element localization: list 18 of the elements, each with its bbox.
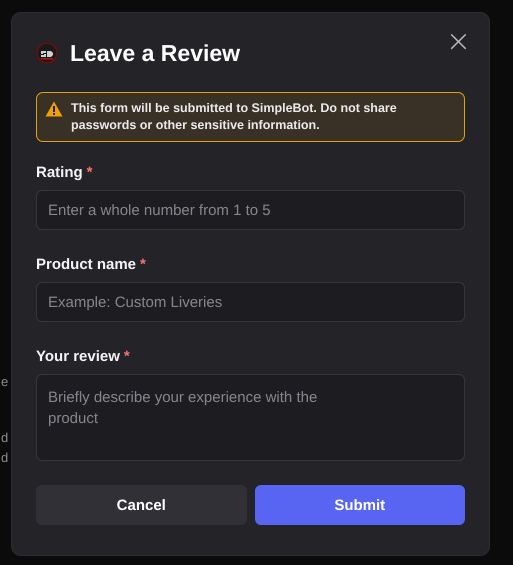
background-text: d: [1, 450, 8, 465]
required-mark: *: [86, 164, 93, 181]
review-field[interactable]: Briefly describe your experience with the product: [36, 374, 465, 461]
input-field[interactable]: Enter a whole number from 1 to 5: [36, 190, 465, 230]
required-mark: *: [124, 348, 130, 365]
logo-icon: [36, 42, 58, 64]
warning-icon: [45, 101, 63, 117]
required-mark: *: [140, 256, 146, 273]
field-label: Your review: [36, 348, 120, 365]
cancel-button[interactable]: Cancel: [36, 485, 246, 525]
field-label: Rating: [36, 164, 83, 181]
field-label: Product name: [36, 256, 136, 273]
submit-button[interactable]: Submit: [254, 485, 465, 525]
background-text: e: [1, 374, 8, 389]
input-field[interactable]: Example: Custom Liveries: [36, 282, 465, 322]
background-text: d: [1, 430, 8, 445]
dialog-title: Leave a Review: [70, 40, 240, 66]
notice-text: This form will be submitted to SimpleBot. Do not share passwords or other sensitive information.: [71, 100, 398, 134]
